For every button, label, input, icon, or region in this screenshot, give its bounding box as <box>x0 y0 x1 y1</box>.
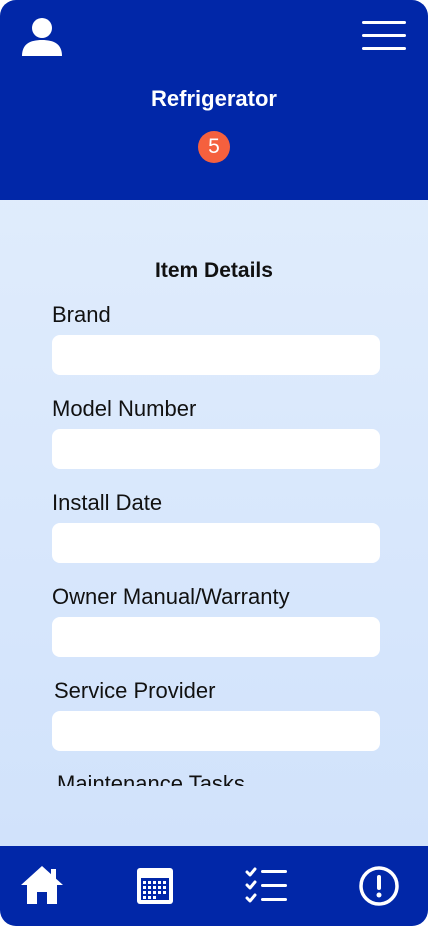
user-icon <box>22 18 62 56</box>
count-badge: 5 <box>198 131 230 163</box>
maintenance-tasks-label: Maintenance Tasks <box>57 771 245 786</box>
install-date-label: Install Date <box>52 490 163 515</box>
brand-label: Brand <box>52 302 111 327</box>
owner-manual-input[interactable] <box>52 617 380 657</box>
page-title: Refrigerator <box>151 86 277 111</box>
nav-checklist[interactable] <box>245 864 289 908</box>
nav-calendar[interactable] <box>133 864 177 908</box>
nav-alerts[interactable] <box>357 864 401 908</box>
install-date-input[interactable] <box>52 523 380 563</box>
bottom-nav <box>0 846 428 926</box>
owner-manual-label: Owner Manual/Warranty <box>52 584 290 609</box>
alert-icon <box>359 866 399 906</box>
item-details-form: Item Details Brand Model Number Install … <box>0 200 428 786</box>
hamburger-menu-icon <box>362 21 406 50</box>
brand-input[interactable] <box>52 335 380 375</box>
nav-home[interactable] <box>20 864 64 908</box>
model-number-label: Model Number <box>52 396 197 421</box>
header: Refrigerator 5 <box>0 0 428 200</box>
profile-button[interactable] <box>20 14 64 58</box>
section-title: Item Details <box>155 259 273 282</box>
service-provider-input[interactable] <box>52 711 380 751</box>
calendar-icon <box>137 868 173 904</box>
menu-button[interactable] <box>360 18 408 54</box>
checklist-icon <box>245 867 287 903</box>
app-screen: Refrigerator 5 Item Details Brand Model … <box>0 0 428 926</box>
service-provider-label: Service Provider <box>54 678 216 703</box>
model-number-input[interactable] <box>52 429 380 469</box>
home-icon <box>21 866 63 904</box>
